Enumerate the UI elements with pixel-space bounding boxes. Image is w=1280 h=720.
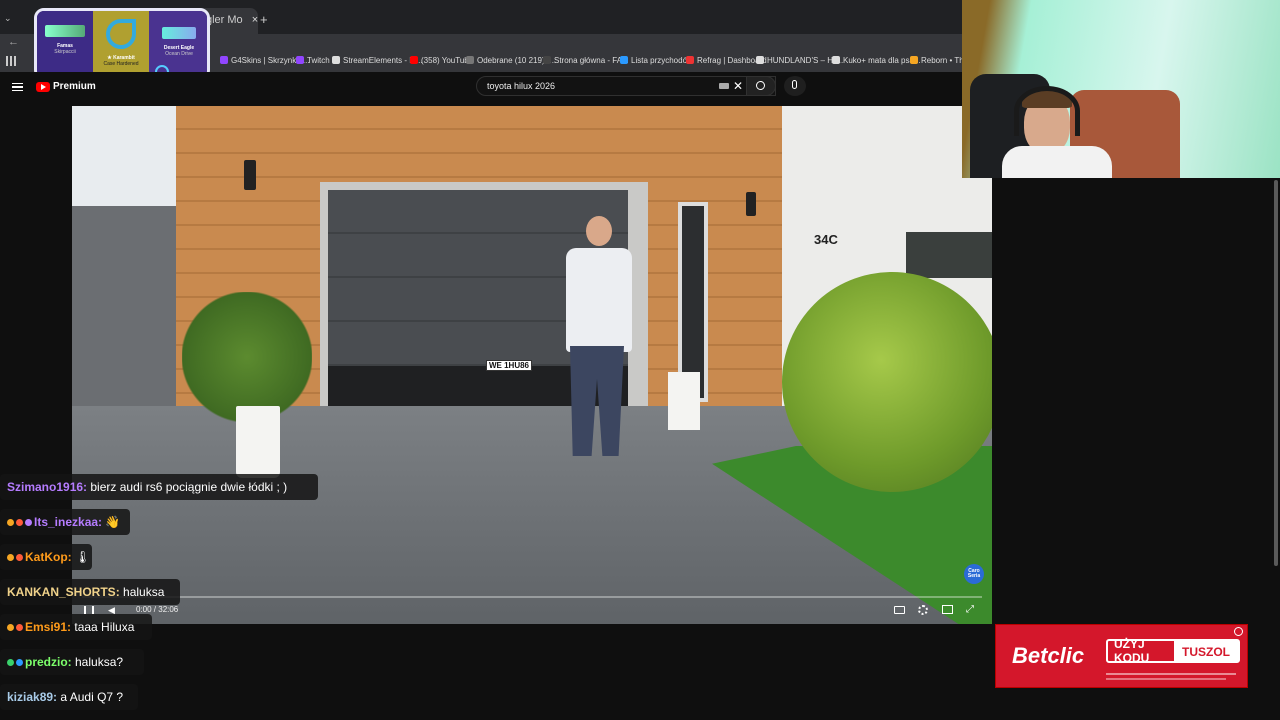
voice-search-button[interactable] — [784, 76, 806, 96]
chat-message: Its_inezkaa: 👋 — [0, 509, 130, 535]
video-pot — [236, 406, 280, 478]
ad-brand: Betclic — [1012, 643, 1085, 668]
chat-message: Szimano1916: bierz audi rs6 pociągnie dw… — [0, 474, 318, 500]
ad-code-box: UŻYJ KODU TUSZOL — [1106, 637, 1240, 665]
pistol-icon — [162, 27, 196, 39]
badge-icon — [16, 624, 23, 631]
ad-disclaimer-line — [1106, 673, 1236, 675]
bookmark-item[interactable]: Twitch — [296, 56, 330, 65]
wall-lamp — [244, 160, 256, 190]
subtitles-icon[interactable] — [894, 606, 905, 614]
tab-close-icon[interactable]: × — [252, 14, 258, 26]
apps-grid-icon[interactable] — [6, 56, 16, 66]
youtube-logo[interactable]: Premium — [36, 81, 96, 92]
search-icon — [756, 81, 765, 90]
skin-case-overlay: Famas Skirpaccii ★ Karambit Case Hardene… — [34, 8, 210, 80]
badge-icon — [25, 519, 32, 526]
search-input[interactable]: toyota hilux 2026 — [476, 76, 776, 96]
bookmark-item[interactable]: Lista przychodów — [620, 56, 693, 65]
keyboard-icon[interactable] — [719, 83, 729, 89]
knife-icon — [106, 19, 136, 49]
betclic-ad-banner[interactable]: Betclic UŻYJ KODU TUSZOL — [995, 624, 1248, 688]
chat-message: predzio: haluksa? — [0, 649, 144, 675]
wall-lamp — [746, 192, 756, 216]
badge-icon — [7, 554, 14, 561]
badge-icon — [16, 659, 23, 666]
streamer-webcam — [962, 0, 1280, 178]
bookmark-item[interactable]: Strona główna - FA... — [543, 56, 629, 65]
pause-button[interactable] — [84, 606, 94, 614]
video-sky — [72, 106, 182, 216]
badge-icon — [7, 519, 14, 526]
ad-info-icon[interactable] — [1234, 627, 1243, 636]
video-window — [906, 232, 992, 278]
house-number: 34C — [814, 232, 838, 247]
badge-icon — [7, 624, 14, 631]
badge-icon — [16, 554, 23, 561]
play-logo-icon — [36, 81, 50, 92]
webcam-streamer-shirt — [1002, 146, 1112, 178]
skin-card: ★ Karambit Case Hardened — [93, 11, 149, 77]
bookmark-item[interactable]: Refrag | Dashboard — [686, 56, 767, 65]
video-person-head — [586, 216, 612, 246]
chat-message: KatKop: 🌡 — [0, 544, 92, 570]
video-person-shirt — [566, 248, 632, 352]
search-button[interactable] — [746, 76, 776, 96]
tab-list-chevron-icon[interactable]: ⌄ — [4, 13, 14, 23]
back-arrow-icon[interactable]: ← — [8, 36, 19, 48]
license-plate: WE 1HU86 — [486, 360, 532, 371]
rifle-icon — [45, 25, 85, 37]
headset-icon — [1014, 86, 1080, 136]
bookmark-item[interactable]: Kuko+ mata dla psa... — [832, 56, 921, 65]
video-player[interactable]: 34C WE 1HU86 Caro Seria ◀ 0:00 / 32:06 ⤢ — [72, 106, 992, 624]
video-time: 0:00 / 32:06 — [136, 605, 179, 614]
channel-watermark[interactable]: Caro Seria — [964, 564, 984, 584]
badge-icon — [16, 519, 23, 526]
video-bush — [782, 272, 992, 492]
tab-label: gler Mo — [206, 14, 243, 26]
video-plant — [182, 292, 312, 422]
bookmark-item[interactable]: StreamElements - M... — [332, 56, 423, 65]
video-progress-bar[interactable] — [82, 596, 982, 598]
bookmark-item[interactable]: (358) YouTube — [410, 56, 473, 65]
bookmark-item[interactable]: HUNDLAND'S – Hil... — [756, 56, 843, 65]
ad-disclaimer-line — [1106, 678, 1226, 680]
chat-message: KANKAN_SHORTS: haluksa — [0, 579, 180, 605]
microphone-icon — [792, 80, 797, 89]
chat-message: Emsi91: taaa Hiluxa — [0, 614, 152, 640]
clear-search-icon[interactable]: ✕ — [733, 79, 743, 93]
page-scrollbar[interactable] — [1274, 180, 1278, 566]
fullscreen-icon[interactable]: ⤢ — [966, 604, 974, 615]
skin-card: Famas Skirpaccii — [37, 11, 93, 77]
settings-gear-icon[interactable] — [918, 605, 928, 615]
new-tab-button[interactable]: + — [260, 12, 268, 27]
hamburger-menu-icon[interactable] — [12, 83, 23, 91]
chat-message: kiziak89: a Audi Q7 ? — [0, 684, 138, 710]
video-pot — [668, 372, 700, 430]
badge-icon — [7, 659, 14, 666]
miniplayer-icon[interactable] — [942, 605, 953, 614]
